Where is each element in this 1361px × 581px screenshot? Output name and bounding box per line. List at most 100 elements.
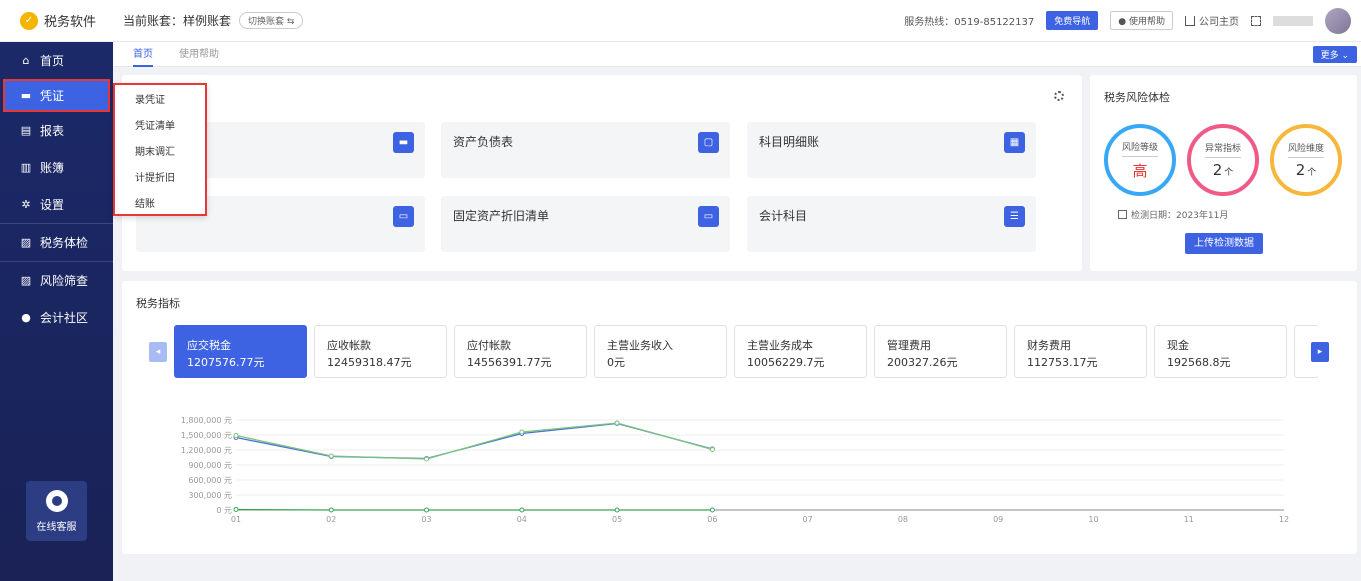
tab-home[interactable]: 首页	[133, 42, 153, 67]
tab-help[interactable]: 使用帮助	[179, 42, 219, 67]
free-nav-button[interactable]: 免费导航	[1046, 11, 1099, 30]
metric-card[interactable]: 主营业务收入 0元	[594, 325, 727, 378]
quick-card-subject-detail[interactable]: 科目明细账 ▦	[747, 122, 1036, 178]
home-icon: ⌂	[22, 54, 30, 67]
x-tick-label: 10	[1088, 515, 1098, 524]
app-name: 税务软件	[44, 15, 97, 30]
checkup-icon: ▨	[20, 236, 32, 249]
y-tick-label: 0 元	[216, 506, 232, 515]
y-tick-label: 1,500,000 元	[181, 431, 232, 440]
tax-metrics-panel: 税务指标 ◂ 应交税金 1207576.77元 应收帐款 12459318.47元 …	[122, 281, 1357, 554]
quick-card-accounts[interactable]: 会计科目 ☰	[747, 196, 1036, 252]
ledger-icon: ▥	[20, 161, 32, 174]
abnormal-indicator-ring: 异常指标 2 个	[1187, 124, 1259, 196]
x-tick-label: 09	[993, 515, 1003, 524]
avatar[interactable]	[1325, 7, 1351, 34]
company-home-link[interactable]: 公司主页	[1185, 13, 1239, 28]
y-tick-label: 300,000 元	[188, 491, 232, 500]
voucher-icon: ▬	[20, 89, 32, 102]
metric-card[interactable]: 主营业务成本 10056229.7元	[734, 325, 867, 378]
sidebar-item-settings[interactable]: ✲ 设置	[0, 186, 113, 223]
quick-card-balance-sheet[interactable]: 资产负债表 ▢	[441, 122, 730, 178]
account-label: 当前账套：样例账套	[123, 14, 232, 28]
data-point	[519, 507, 525, 513]
calendar-icon: ▦	[1004, 132, 1025, 153]
menu-item-depreciation[interactable]: 计提折旧	[115, 166, 205, 192]
data-point	[233, 433, 239, 438]
home-icon	[1185, 15, 1195, 26]
y-tick-label: 1,800,000 元	[181, 416, 232, 425]
data-point	[519, 429, 525, 435]
risk-level-ring: 风险等级高	[1104, 124, 1176, 196]
upload-check-data-button[interactable]: 上传检测数据	[1185, 233, 1263, 254]
tax-risk-panel: 税务风险体检 风险等级高 异常指标 2 个 风险维度 2 个 检测日期：2023年11月…	[1090, 75, 1357, 271]
x-tick-label: 12	[1279, 515, 1289, 524]
quick-access-panel: ▬ 资产负债表 ▢ 科目明细账 ▦ ▭ 固定资产折旧清单 ▭ 会计科目 ☰	[122, 75, 1082, 271]
menu-item-close-books[interactable]: 结账	[115, 192, 205, 218]
gear-icon[interactable]	[1054, 91, 1064, 101]
sidebar-item-checkup[interactable]: ▨ 税务体检	[0, 224, 113, 261]
data-point	[328, 453, 334, 459]
data-point	[424, 507, 430, 513]
sidebar-item-community[interactable]: ● 会计社区	[0, 299, 113, 336]
metric-card[interactable]: 现金 192568.8元	[1154, 325, 1287, 378]
metric-card[interactable]: 应付帐款 14556391.77元	[454, 325, 587, 378]
sidebar-item-report[interactable]: ▤ 报表	[0, 112, 113, 149]
y-tick-label: 1,200,000 元	[181, 446, 232, 455]
menu-item-voucher-list[interactable]: 凭证清单	[115, 114, 205, 140]
metric-card[interactable]: 管理费用 200327.26元	[874, 325, 1007, 378]
prev-arrow-button[interactable]: ◂	[149, 342, 167, 362]
metric-card[interactable]: 应交税金 1207576.77元	[174, 325, 307, 378]
location-icon: ●	[21, 311, 31, 324]
sidebar-item-label: 设置	[40, 198, 65, 212]
logo-icon: ✓	[20, 11, 38, 30]
help-button[interactable]: ● 使用帮助	[1110, 11, 1173, 30]
tax-title: 税务指标	[136, 297, 180, 310]
tab-bar: 首页 使用帮助 更多 ⌄	[113, 42, 1361, 67]
sheet-icon: ▢	[698, 132, 719, 153]
app-logo[interactable]: ✓ 税务软件	[0, 0, 113, 42]
series-line	[235, 508, 713, 511]
report-icon: ▤	[20, 124, 32, 137]
metric-card[interactable]: 财务费用 112753.17元	[1014, 325, 1147, 378]
more-button[interactable]: 更多 ⌄	[1312, 46, 1357, 63]
risk-icon: ▨	[20, 274, 32, 287]
menu-item-record-voucher[interactable]: 录凭证	[115, 88, 205, 114]
hotline: 服务热线：0519-85122137	[904, 17, 1035, 28]
account-name: 样例账套	[183, 14, 232, 28]
metric-card[interactable]: 应收帐款 12459318.47元	[314, 325, 447, 378]
x-tick-label: 02	[326, 515, 336, 524]
sidebar-item-label: 风险筛查	[40, 274, 89, 288]
y-tick-label: 900,000 元	[188, 461, 232, 470]
sidebar-item-voucher[interactable]: ▬ 凭证	[3, 79, 110, 112]
risk-title: 税务风险体检	[1104, 91, 1170, 104]
data-point	[328, 507, 334, 513]
series-line	[235, 422, 713, 460]
series-line	[235, 422, 713, 460]
check-date: 检测日期：2023年11月	[1118, 208, 1228, 221]
sidebar-item-label: 税务体检	[40, 236, 89, 250]
sidebar-item-label: 凭证	[40, 89, 65, 103]
voucher-icon: ▬	[393, 132, 414, 153]
tax-line-chart: 0 元 300,000 元 600,000 元 900,000 元 1,200,000 …	[181, 416, 1289, 524]
switch-account-button[interactable]: 切换账套 ⇆	[239, 12, 304, 29]
sidebar-item-home[interactable]: ⌂ 首页	[0, 42, 113, 79]
x-tick-label: 05	[612, 515, 622, 524]
quick-card-depreciation[interactable]: 固定资产折旧清单 ▭	[441, 196, 730, 252]
fullscreen-icon[interactable]	[1251, 15, 1261, 26]
sidebar-item-label: 会计社区	[40, 311, 89, 325]
username	[1273, 15, 1313, 26]
sidebar-item-risk[interactable]: ▨ 风险筛查	[0, 262, 113, 299]
x-tick-label: 11	[1184, 515, 1194, 524]
support-icon	[45, 489, 68, 512]
menu-item-period-exchange[interactable]: 期末调汇	[115, 140, 205, 166]
voucher-dropdown-menu: 录凭证 凭证清单 期末调汇 计提折旧 结账	[113, 83, 207, 216]
y-tick-label: 600,000 元	[188, 476, 232, 485]
support-label: 在线客服	[36, 521, 77, 533]
sidebar-item-ledger[interactable]: ▥ 账簿	[0, 149, 113, 186]
next-arrow-button[interactable]: ▸	[1311, 342, 1329, 362]
gear-icon: ✲	[21, 198, 31, 211]
online-support-button[interactable]: 在线客服	[26, 481, 87, 541]
x-tick-label: 01	[231, 515, 241, 524]
top-header: 当前账套：样例账套 切换账套 ⇆ 服务热线：0519-85122137 免费导航…	[113, 0, 1361, 42]
